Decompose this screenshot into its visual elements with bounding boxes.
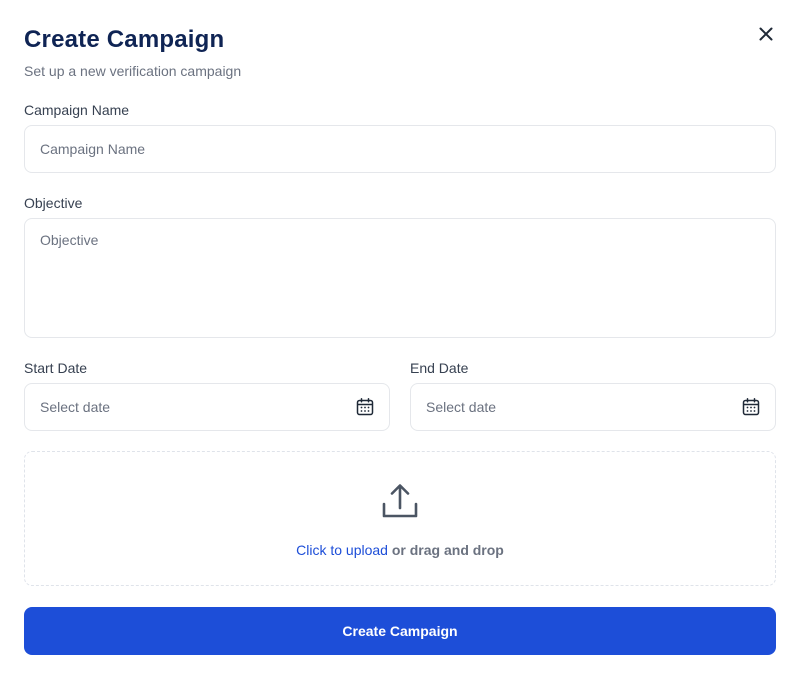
start-date-placeholder: Select date <box>40 399 111 415</box>
click-to-upload-link[interactable]: Click to upload <box>296 542 388 558</box>
campaign-name-label: Campaign Name <box>24 102 130 118</box>
drag-and-drop-text: or drag and drop <box>387 542 504 558</box>
end-date-placeholder: Select date <box>426 399 497 415</box>
calendar-icon[interactable] <box>355 397 375 417</box>
close-button[interactable] <box>754 22 778 46</box>
end-date-label: End Date <box>410 360 469 376</box>
file-upload-dropzone[interactable]: Click to upload or drag and drop <box>24 451 776 586</box>
objective-textarea[interactable] <box>24 218 776 338</box>
start-date-label: Start Date <box>24 360 88 376</box>
create-campaign-button[interactable]: Create Campaign <box>24 607 776 655</box>
upload-icon <box>380 482 420 522</box>
campaign-name-input[interactable] <box>24 125 776 173</box>
create-campaign-dialog: Create Campaign Set up a new verificatio… <box>0 0 800 679</box>
close-icon <box>759 27 773 41</box>
end-date-picker[interactable]: Select date <box>410 383 776 431</box>
dialog-subtitle: Set up a new verification campaign <box>24 63 242 79</box>
dialog-title: Create Campaign <box>24 26 225 53</box>
objective-label: Objective <box>24 195 83 211</box>
calendar-icon[interactable] <box>741 397 761 417</box>
upload-instructions: Click to upload or drag and drop <box>296 542 504 558</box>
start-date-picker[interactable]: Select date <box>24 383 390 431</box>
